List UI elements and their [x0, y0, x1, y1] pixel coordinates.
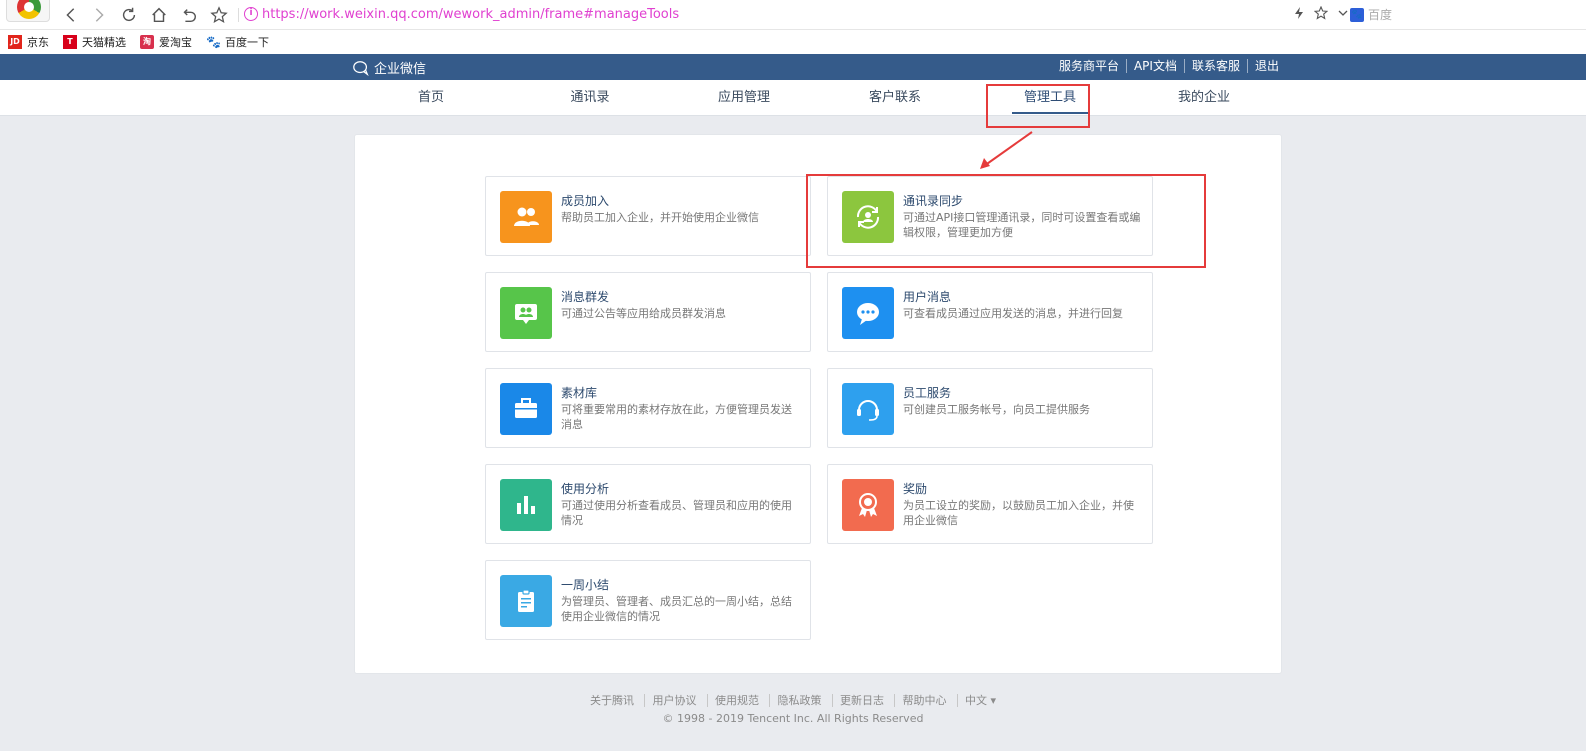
tab-contacts[interactable]: 通讯录: [558, 80, 622, 116]
wework-logo-icon: [353, 60, 369, 76]
bookmark-label: 天猫精选: [82, 36, 126, 49]
briefcase-icon: [500, 383, 552, 435]
tool-desc: 为管理员、管理者、成员汇总的一周小结，总结使用企业微信的情况: [561, 595, 792, 623]
clipboard-icon: [500, 575, 552, 627]
award-icon: [842, 479, 894, 531]
tool-employee-service[interactable]: 员工服务 可创建员工服务帐号，向员工提供服务: [827, 368, 1153, 448]
top-links: 服务商平台 API文档 联系客服 退出: [1052, 59, 1286, 73]
link-contact-support[interactable]: 联系客服: [1183, 59, 1247, 73]
tool-user-messages[interactable]: 用户消息 可查看成员通过应用发送的消息，并进行回复: [827, 272, 1153, 352]
search-engine-box[interactable]: 🐾 百度: [1350, 6, 1392, 23]
footer-link-about[interactable]: 关于腾讯: [583, 694, 641, 707]
url-divider: [238, 8, 239, 22]
tool-desc: 可通过使用分析查看成员、管理员和应用的使用情况: [561, 499, 792, 527]
baidu-icon: 🐾: [206, 35, 221, 49]
chevron-down-icon[interactable]: [1336, 6, 1350, 20]
tool-weekly-summary[interactable]: 一周小结 为管理员、管理者、成员汇总的一周小结，总结使用企业微信的情况: [485, 560, 811, 640]
bookmark-jd[interactable]: JD 京东: [8, 34, 49, 50]
bookmark-baidu[interactable]: 🐾 百度一下: [206, 34, 269, 50]
broadcast-icon: [500, 287, 552, 339]
browser-toolbar: i https://work.weixin.qq.com/wework_admi…: [0, 0, 1586, 30]
bookmarks-bar: JD 京东 T 天猫精选 淘 爱淘宝 🐾 百度一下: [0, 30, 1586, 54]
tool-desc: 为员工设立的奖励，以鼓励员工加入企业，并使用企业微信: [903, 499, 1134, 527]
bookmark-aitaobao[interactable]: 淘 爱淘宝: [140, 34, 192, 50]
bookmark-label: 爱淘宝: [159, 36, 192, 49]
tool-title: 一周小结: [561, 578, 610, 592]
tool-title: 消息群发: [561, 290, 610, 304]
annotation-arrow-icon: [980, 131, 1033, 169]
tool-title: 用户消息: [903, 290, 952, 304]
link-service-provider[interactable]: 服务商平台: [1052, 59, 1126, 73]
tool-member-join[interactable]: 成员加入 帮助员工加入企业，并开始使用企业微信: [485, 176, 811, 256]
search-engine-label: 百度: [1368, 8, 1393, 22]
bookmark-label: 百度一下: [225, 36, 269, 49]
tab-my-enterprise[interactable]: 我的企业: [1166, 80, 1242, 116]
browser-right-tools: [1292, 6, 1350, 20]
main-nav: 首页 通讯录 应用管理 客户联系 管理工具 我的企业: [0, 80, 1586, 116]
tool-rewards[interactable]: 奖励 为员工设立的奖励，以鼓励员工加入企业，并使用企业微信: [827, 464, 1153, 544]
footer-link-rules[interactable]: 使用规范: [706, 694, 766, 707]
footer-link-changelog[interactable]: 更新日志: [831, 694, 891, 707]
link-logout[interactable]: 退出: [1246, 59, 1286, 73]
footer-link-help[interactable]: 帮助中心: [894, 694, 954, 707]
browser-logo-icon: [6, 0, 50, 22]
lightning-icon[interactable]: [1292, 6, 1306, 20]
admin-topbar: 企业微信 服务商平台 API文档 联系客服 退出: [0, 54, 1586, 80]
tab-app-management[interactable]: 应用管理: [706, 80, 782, 116]
annotation-box-nav: [986, 84, 1090, 128]
baidu-paw-icon: 🐾: [1350, 7, 1364, 22]
bar-chart-icon: [500, 479, 552, 531]
tool-desc: 可通过公告等应用给成员群发消息: [561, 307, 726, 320]
chat-icon: [842, 287, 894, 339]
taobao-icon: 淘: [140, 35, 154, 49]
footer-links: 关于腾讯 用户协议 使用规范 隐私政策 更新日志 帮助中心 中文 ▾: [0, 692, 1586, 708]
tool-title: 素材库: [561, 386, 598, 400]
footer-link-agreement[interactable]: 用户协议: [644, 694, 704, 707]
brand-logo[interactable]: 企业微信: [352, 58, 426, 77]
home-icon[interactable]: [148, 4, 170, 26]
language-select[interactable]: 中文 ▾: [956, 694, 1004, 707]
tool-desc: 帮助员工加入企业，并开始使用企业微信: [561, 211, 759, 224]
tool-title: 奖励: [903, 482, 928, 496]
tmall-icon: T: [63, 35, 77, 49]
tool-desc: 可查看成员通过应用发送的消息，并进行回复: [903, 307, 1123, 320]
forward-arrow-icon[interactable]: [88, 4, 110, 26]
users-icon: [500, 191, 552, 243]
tool-material-library[interactable]: 素材库 可将重要常用的素材存放在此，方便管理员发送消息: [485, 368, 811, 448]
tool-title: 成员加入: [561, 194, 610, 208]
tool-title: 使用分析: [561, 482, 610, 496]
copyright: © 1998 - 2019 Tencent Inc. All Rights Re…: [662, 712, 924, 725]
bookmark-star-icon[interactable]: [208, 4, 230, 26]
jd-icon: JD: [8, 35, 22, 49]
url-field[interactable]: https://work.weixin.qq.com/wework_admin/…: [262, 7, 679, 22]
headset-icon: [842, 383, 894, 435]
reload-icon[interactable]: [118, 4, 140, 26]
undo-icon[interactable]: [178, 4, 200, 26]
tool-desc: 可将重要常用的素材存放在此，方便管理员发送消息: [561, 403, 792, 431]
tool-title: 员工服务: [903, 386, 952, 400]
footer-link-privacy[interactable]: 隐私政策: [769, 694, 829, 707]
tool-broadcast[interactable]: 消息群发 可通过公告等应用给成员群发消息: [485, 272, 811, 352]
back-arrow-icon[interactable]: [60, 4, 82, 26]
tab-home[interactable]: 首页: [405, 80, 457, 116]
brand-name: 企业微信: [374, 62, 427, 77]
tool-desc: 可创建员工服务帐号，向员工提供服务: [903, 403, 1090, 416]
link-api-docs[interactable]: API文档: [1125, 59, 1184, 73]
site-info-icon[interactable]: i: [244, 7, 258, 21]
annotation-box-sync: [806, 174, 1206, 268]
bookmark-tmall[interactable]: T 天猫精选: [63, 34, 126, 50]
tool-usage-analysis[interactable]: 使用分析 可通过使用分析查看成员、管理员和应用的使用情况: [485, 464, 811, 544]
tab-customer-contact[interactable]: 客户联系: [857, 80, 933, 116]
favorite-star-icon[interactable]: [1314, 6, 1328, 20]
bookmark-label: 京东: [27, 36, 49, 49]
